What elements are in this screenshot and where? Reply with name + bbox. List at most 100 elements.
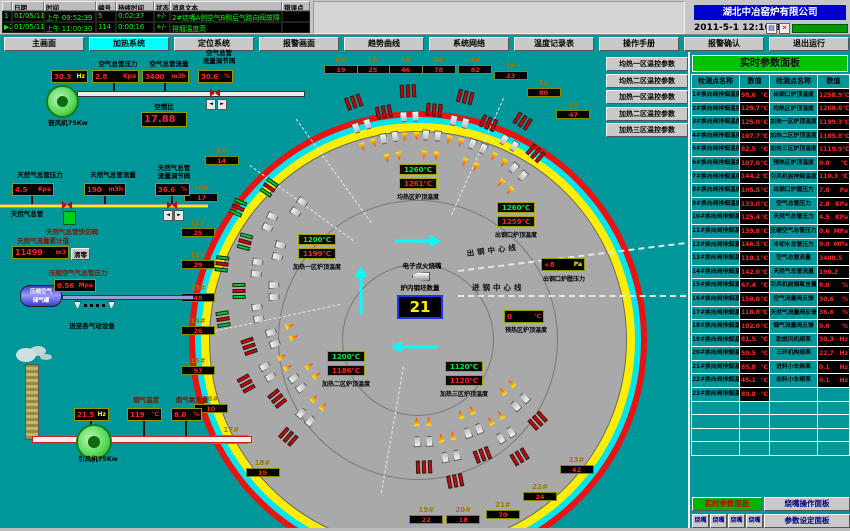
alarm-table-header: 日期时间编号持续时间状态消息文本错误点 [2, 1, 310, 11]
burner-valve-cluster [235, 231, 258, 253]
burner-tab-1[interactable]: 烧嘴1 [692, 514, 709, 528]
burner-nozzles [267, 237, 292, 265]
gas-quick-cut-valve-icon[interactable] [63, 211, 76, 225]
param-value: 118.8℃ [740, 307, 769, 320]
flame-icon [425, 417, 431, 426]
burner-id-label: 8# [319, 56, 363, 64]
param-value: 67.4℃ [740, 279, 769, 292]
burner-panel-button[interactable]: 烧嘴操作面板 [764, 497, 850, 511]
burner-temp-display: 29 [181, 260, 215, 269]
realtime-panel-button[interactable]: 实时参数面板 [692, 497, 762, 511]
param-value: 110.3℃ [818, 171, 849, 184]
rotation-arrow-bottom [391, 341, 439, 353]
next-burner-button[interactable]: ► [217, 99, 227, 110]
burner-temp-display: 19 [246, 468, 280, 477]
value: 1119.9 [819, 146, 842, 153]
flame-icon [395, 151, 403, 161]
zone-param-button-5[interactable]: 加热三区温控参数 [606, 123, 688, 137]
flame-icon [318, 401, 328, 412]
param-value: 190.2 [818, 266, 849, 279]
prev-burner-button[interactable]: ◄ [163, 210, 173, 221]
burner-tab-3[interactable]: 烧嘴3 [728, 514, 745, 528]
burner-valve-cluster [470, 442, 494, 466]
alarm-table[interactable]: 日期时间编号持续时间状态消息文本错误点101/05/11上午 09:52:395… [2, 1, 310, 34]
param-setting-panel-button[interactable]: 参数设定面板 [764, 514, 850, 528]
burner-nozzle-icon [467, 138, 479, 151]
unit: MPa [834, 228, 848, 235]
zone-param-button-1[interactable]: 均热一区温控参数 [606, 57, 688, 71]
unit: KPa [835, 201, 848, 208]
pneumatic-dots [84, 304, 106, 307]
burner-station-9: 9#14 [200, 147, 244, 165]
gas-valve-icon[interactable] [62, 201, 72, 210]
menu-10[interactable]: 退出运行 [769, 37, 849, 51]
unit: ℃ [842, 105, 849, 112]
burner-station-21: 21#70 [481, 501, 525, 519]
menu-8[interactable]: 操作手册 [599, 37, 679, 51]
flame-icon [496, 409, 506, 420]
menu-1[interactable]: 主画面 [4, 37, 84, 51]
param-value: 22.7Hz [818, 347, 849, 360]
zone-param-button-3[interactable]: 加热一区温控参数 [606, 90, 688, 104]
flame-icon [493, 373, 524, 403]
value: 30.6 [819, 296, 834, 303]
value: 80.8 [741, 391, 756, 398]
burner-nozzle-icon [425, 436, 433, 447]
burner-nozzle-icon [251, 270, 263, 279]
burner-station-18: 18#19 [241, 459, 285, 477]
flame-icon [460, 157, 469, 168]
burner-tab-2[interactable]: 烧嘴2 [710, 514, 727, 528]
clear-total-button[interactable]: 清零 [71, 248, 90, 260]
value: 22.7 [819, 350, 834, 357]
burner-valve-cluster [373, 102, 394, 124]
gas-valve-icon[interactable] [167, 201, 177, 210]
menu-7[interactable]: 温度记录表 [514, 37, 594, 51]
menu-9[interactable]: 报警确认 [684, 37, 764, 51]
burner-valve-cluster [398, 82, 417, 102]
air-main-pipe [77, 91, 305, 97]
value: 2.8 [819, 201, 830, 208]
burner-id-label: 2# [522, 79, 566, 87]
param-name: 22#换向阀排烟温度 [692, 374, 739, 387]
alarm-col-header: 时间 [44, 1, 96, 11]
menu-2[interactable]: 加热系统 [89, 37, 169, 51]
menu-5[interactable]: 趋势曲线 [344, 37, 424, 51]
alarm-log-icon-button[interactable]: ▤ [766, 23, 777, 34]
burner-nozzle-icon [505, 425, 518, 439]
param-value [818, 388, 849, 401]
valve-bar-icon [218, 322, 231, 328]
burner-temp-display: 19 [324, 65, 358, 74]
param-name: 3#换向阀排烟温度 [692, 116, 739, 129]
unit: Hz [839, 364, 848, 371]
air-main-flow-display: 3400m3h [142, 70, 189, 83]
alarm-cell [282, 22, 310, 33]
burner-tab-4[interactable]: 烧嘴4 [746, 514, 763, 528]
param-name: 烟气流量阀反馈 [770, 320, 817, 333]
alarm-row[interactable]: 101/05/11上午 09:52:3950:02:37+/-2#烧嘴A侧空气B… [2, 11, 310, 22]
menu-4[interactable]: 报警画面 [259, 37, 339, 51]
air-valve-icon[interactable] [210, 89, 220, 98]
alarm-silence-icon-button[interactable]: ✕ [779, 23, 790, 34]
flame-icon [437, 433, 445, 443]
alarm-row[interactable]: ▶201/05/11上午 11:00:301140:00:16+/-排烟温度高 [2, 22, 310, 33]
zone-param-button-2[interactable]: 均热二区温控参数 [606, 74, 688, 88]
param-value: 0.0MPa [818, 239, 849, 252]
burner-station-1: 1#47 [551, 101, 595, 119]
burner-valve-cluster [454, 86, 476, 109]
empty-cell [692, 442, 739, 455]
valve-bar-icon [233, 295, 246, 299]
flue-o2-display: 8.0% [171, 408, 202, 421]
next-burner-button[interactable]: ► [174, 210, 184, 221]
flame-icon [410, 412, 435, 432]
param-name: 空气总管流量 [770, 252, 817, 265]
burner-nozzle-icon [478, 142, 490, 155]
prev-burner-button[interactable]: ◄ [206, 99, 216, 110]
smoke-puff [16, 348, 36, 362]
zone-param-button-4[interactable]: 加热二区温控参数 [606, 107, 688, 121]
flame-icon [486, 416, 496, 427]
burner-nozzle-icon [510, 399, 523, 413]
param-name: 三环机构频率 [770, 347, 817, 360]
burner-valve-cluster [238, 334, 262, 357]
menu-6[interactable]: 系统网络 [429, 37, 509, 51]
burner-nozzle-icon [271, 251, 284, 262]
